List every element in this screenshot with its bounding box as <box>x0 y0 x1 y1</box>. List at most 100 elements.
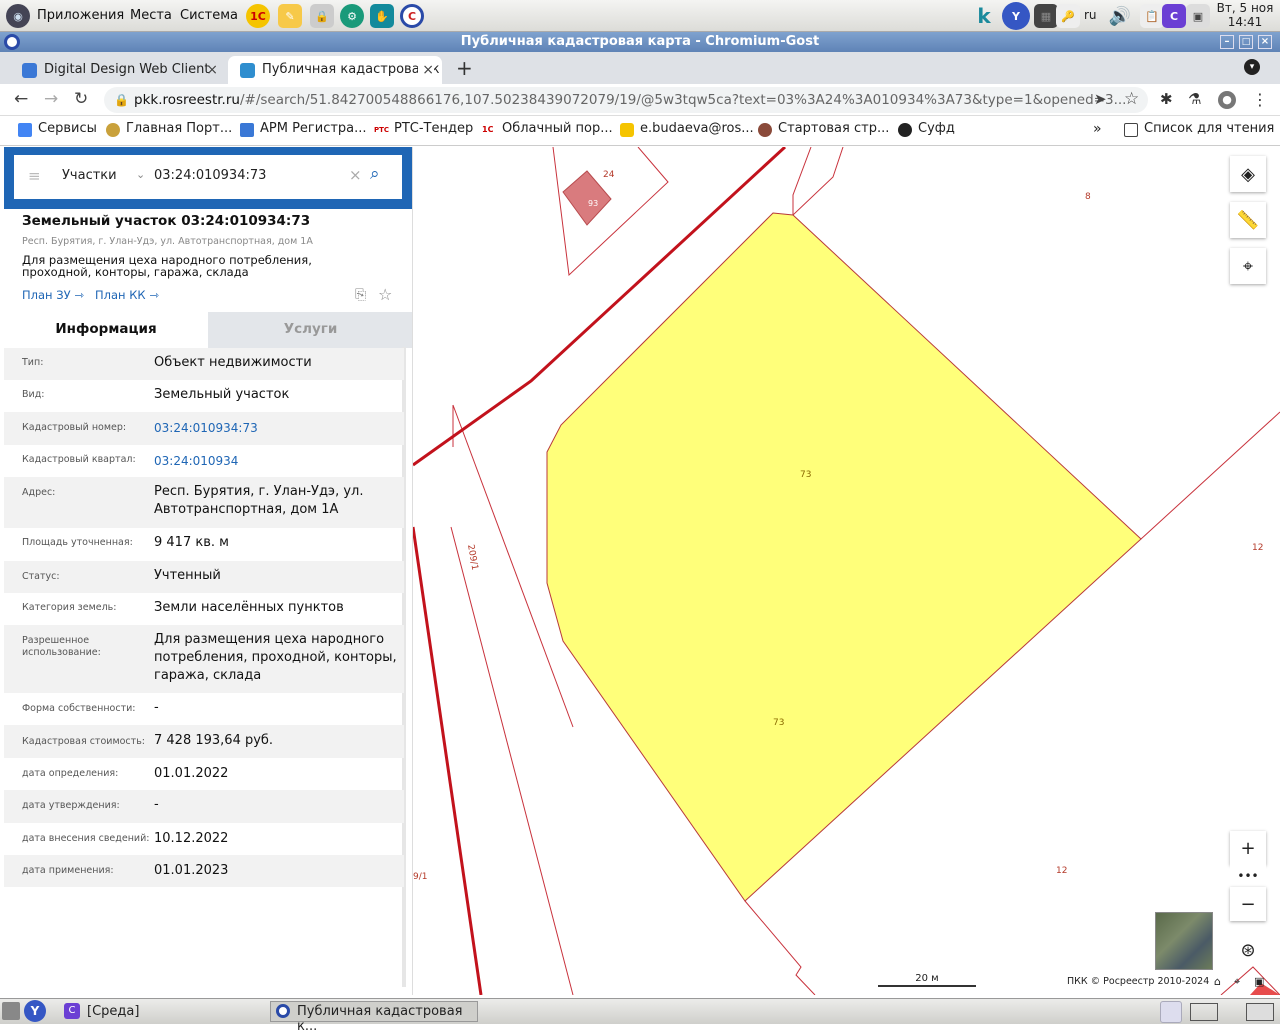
volume-icon[interactable]: 🔊 <box>1108 4 1132 28</box>
tab-digital-design[interactable]: Digital Design Web Client × <box>10 56 226 84</box>
field-row: Разрешенное использование: Для размещени… <box>4 625 404 693</box>
tab-close-icon[interactable]: × <box>418 56 434 84</box>
monitor-tray-icon[interactable]: ▣ <box>1186 4 1210 28</box>
home-icon[interactable]: ⌂ <box>1214 975 1221 988</box>
field-label: дата определения: <box>22 768 119 779</box>
plan-kk-link[interactable]: План КК ⇾ <box>95 288 159 302</box>
address-bar[interactable]: 🔒 pkk.rosreestr.ru/#/search/51.842700548… <box>104 87 1148 113</box>
notes-launcher-icon[interactable]: ✎ <box>278 4 302 28</box>
tab-close-icon[interactable]: × <box>206 56 218 84</box>
search-category-select[interactable]: Участки <box>62 168 117 183</box>
clock[interactable]: Вт, 5 ноя 14:41 <box>1212 1 1278 29</box>
cadastral-map[interactable]: 24 93 8 73 73 12 12 209/1 9/1 ◈ 📏 ⌖ + ••… <box>413 147 1280 995</box>
tray-chromium-icon[interactable] <box>1160 1001 1182 1023</box>
browser-menu-icon[interactable]: ⋮ <box>1252 90 1268 109</box>
app-tray-icon[interactable]: C <box>1162 4 1186 28</box>
bookmark-email[interactable]: e.budaeva@ros... <box>620 121 754 137</box>
tab-information[interactable]: Информация <box>4 312 208 348</box>
bookmark-rts-tender[interactable]: РТС РТС-Тендер <box>374 121 473 137</box>
clipboard-icon[interactable]: 📋 <box>1140 4 1164 28</box>
1c-launcher-icon[interactable]: 1С <box>246 4 270 28</box>
zoom-more-button[interactable]: ••• <box>1230 865 1266 887</box>
taskbar-item-sreda[interactable]: [Среда] <box>87 1004 139 1019</box>
network-tray-icon[interactable]: ▦ <box>1034 4 1058 28</box>
window-maximize-button[interactable]: □ <box>1239 35 1253 49</box>
map-label: 8 <box>1085 192 1091 202</box>
cadastral-number-link[interactable]: 03:24:010934:73 <box>154 419 258 437</box>
plan-zu-link[interactable]: План ЗУ ⇾ <box>22 288 84 302</box>
favorite-star-icon[interactable]: ☆ <box>378 285 392 304</box>
chromium-gost-launcher-icon[interactable]: C <box>400 4 424 28</box>
selected-parcel-73[interactable] <box>546 212 1142 902</box>
bookmark-sufd[interactable]: Суфд <box>898 121 955 137</box>
map-position-icon[interactable]: ⌖ <box>1234 975 1240 989</box>
bookmark-cloud-portal[interactable]: 1С Облачный пор... <box>482 121 613 137</box>
menu-places[interactable]: Места <box>130 8 172 23</box>
measure-button[interactable]: 📏 <box>1230 202 1266 238</box>
window-close-button[interactable]: × <box>1258 35 1272 49</box>
k-tray-icon[interactable]: k <box>972 4 996 28</box>
locate-button[interactable]: ⌖ <box>1230 248 1266 284</box>
paw-launcher-icon[interactable]: ✋ <box>370 4 394 28</box>
menu-system[interactable]: Система <box>180 8 238 23</box>
workspace-switcher[interactable] <box>1190 1003 1218 1021</box>
system-logo-icon[interactable]: ◉ <box>6 4 30 28</box>
bookmark-main-portal[interactable]: Главная Порт... <box>106 121 232 137</box>
compass-icon: ⊛ <box>1240 939 1256 961</box>
tab-search-button[interactable]: ▾ <box>1244 59 1260 75</box>
map-label: 93 <box>588 199 598 208</box>
layers-button[interactable]: ◈ <box>1230 156 1266 192</box>
zoom-in-button[interactable]: + <box>1230 831 1266 865</box>
document-search-icon[interactable]: ⎘ <box>355 287 366 303</box>
app-taskbar-icon[interactable]: C <box>64 1003 80 1019</box>
map-canvas[interactable]: 24 93 8 73 73 12 12 209/1 9/1 <box>413 147 1280 995</box>
bookmark-star-icon[interactable]: ☆ <box>1124 89 1139 109</box>
workspace-switcher-2[interactable] <box>1246 1003 1274 1021</box>
chevron-down-icon[interactable]: ⌄ <box>136 168 145 181</box>
satellite-basemap-toggle[interactable] <box>1155 912 1213 970</box>
keyboard-layout[interactable]: ru <box>1084 8 1097 22</box>
search-input[interactable]: 03:24:010934:73 <box>154 168 266 183</box>
crosshair-icon: ⌖ <box>1242 255 1254 277</box>
window-minimize-button[interactable]: – <box>1220 35 1234 49</box>
map-label: 9/1 <box>413 872 427 882</box>
lock-icon[interactable]: 🔒 <box>114 87 129 113</box>
keyring-tray-icon[interactable]: 🔑 <box>1056 4 1080 28</box>
app-launcher-icon[interactable]: ⚙ <box>340 4 364 28</box>
lock-launcher-icon[interactable]: 🔒 <box>310 4 334 28</box>
extensions-icon[interactable]: ✱ <box>1160 90 1173 108</box>
menu-applications[interactable]: Приложения <box>37 8 124 23</box>
new-tab-button[interactable]: + <box>456 56 473 80</box>
clock-date: Вт, 5 ноя <box>1216 1 1274 15</box>
bookmark-start-page[interactable]: Стартовая стр... <box>758 121 889 137</box>
field-label: Кадастровый квартал: <box>22 454 136 465</box>
send-icon[interactable]: ➤ <box>1094 90 1107 108</box>
bookmark-services[interactable]: Сервисы <box>18 121 97 137</box>
field-label: дата внесения сведений: <box>22 833 150 844</box>
url-host: pkk.rosreestr.ru <box>134 92 240 108</box>
scale-bar: 20 м <box>878 973 976 987</box>
taskbar-item-chromium[interactable]: Публичная кадастровая к... <box>270 1001 478 1034</box>
back-button[interactable]: ← <box>14 89 28 109</box>
tab-services[interactable]: Услуги <box>208 312 412 348</box>
show-desktop-icon[interactable] <box>2 1002 20 1020</box>
north-arrow-button[interactable]: ⊛ <box>1230 932 1266 968</box>
yandex-tray-icon[interactable]: Y <box>1002 2 1030 30</box>
hamburger-menu-icon[interactable]: ≡ <box>28 167 41 185</box>
field-value: - <box>154 797 159 812</box>
search-icon[interactable]: ⌕ <box>370 164 380 184</box>
map-info-icon[interactable]: ▣ <box>1254 975 1264 988</box>
mail-icon <box>620 123 634 137</box>
clear-search-icon[interactable]: × <box>349 166 362 184</box>
yandex-taskbar-icon[interactable]: Y <box>24 1000 46 1022</box>
profile-avatar[interactable]: ● <box>1218 91 1236 109</box>
reload-button[interactable]: ↻ <box>74 89 88 109</box>
lab-icon[interactable]: ⚗ <box>1188 90 1201 108</box>
tab-cadastral-map[interactable]: Публичная кадастровая к × <box>228 56 442 84</box>
bookmark-arm[interactable]: АРМ Регистра... <box>240 121 367 137</box>
zoom-out-button[interactable]: − <box>1230 887 1266 921</box>
forward-button[interactable]: → <box>44 89 58 109</box>
cadastral-quarter-link[interactable]: 03:24:010934 <box>154 452 238 470</box>
reading-list-button[interactable]: Список для чтения <box>1124 121 1274 137</box>
bookmarks-more-button[interactable]: » <box>1093 121 1102 137</box>
